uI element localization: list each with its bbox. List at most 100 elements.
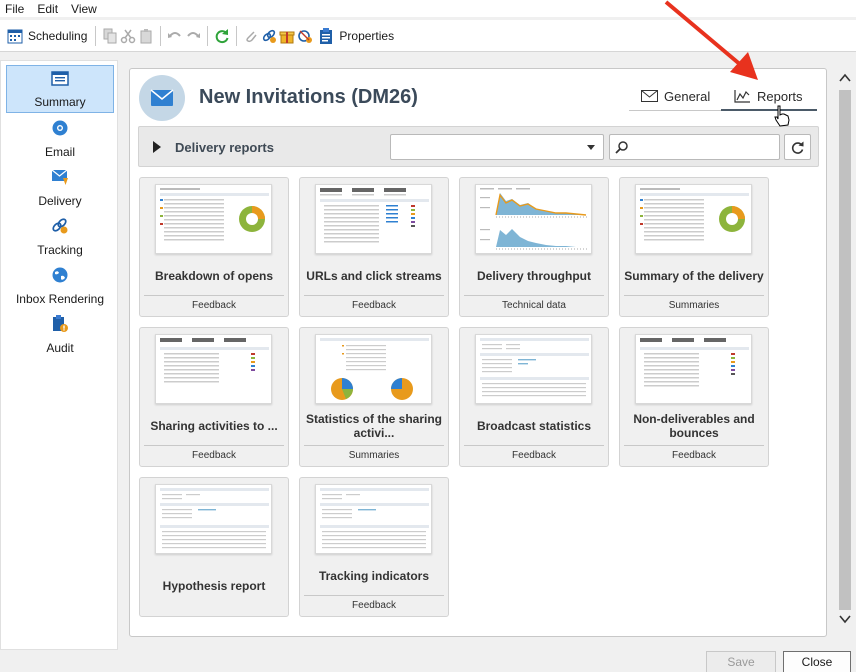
scrollbar-thumb[interactable] [839, 90, 851, 610]
chevron-down-icon[interactable] [839, 613, 851, 627]
report-thumbnail [155, 184, 272, 254]
toolbar-separator [207, 25, 209, 46]
expand-arrow-icon[interactable] [153, 141, 161, 153]
delivery-avatar [139, 75, 185, 121]
report-thumbnail [315, 334, 432, 404]
report-card[interactable]: Hypothesis report [139, 477, 289, 617]
tab-general-label: General [664, 88, 711, 104]
report-title: Statistics of the sharing activi... [305, 412, 443, 440]
report-card[interactable]: Summary of the delivery Summaries [619, 177, 769, 317]
target-icon[interactable] [296, 27, 314, 45]
nav-item-tracking[interactable]: Tracking [6, 212, 114, 260]
scheduling-button[interactable]: Scheduling [3, 24, 90, 48]
left-nav: Summary Email Delivery Tracking Inbox Re… [0, 60, 118, 650]
nav-item-delivery[interactable]: Delivery [6, 163, 114, 211]
main-panel: New Invitations (DM26) General Reports D… [129, 68, 827, 637]
nav-item-audit[interactable]: Audit [6, 310, 114, 358]
report-thumbnail [635, 334, 752, 404]
save-button[interactable]: Save [706, 651, 776, 672]
link-icon[interactable] [260, 27, 278, 45]
report-card[interactable]: Statistics of the sharing activi... Summ… [299, 327, 449, 467]
toolbar-separator [95, 25, 97, 46]
nav-item-summary[interactable]: Summary [6, 65, 114, 113]
card-divider [144, 295, 284, 296]
close-button[interactable]: Close [783, 651, 851, 672]
email-icon [51, 119, 69, 140]
nav-label: Delivery [38, 194, 82, 208]
report-card[interactable]: Tracking indicators Feedback [299, 477, 449, 617]
report-thumbnail [635, 184, 752, 254]
report-category: Feedback [512, 450, 556, 461]
report-thumbnail [475, 184, 592, 254]
hand-cursor-icon [774, 105, 790, 127]
scheduling-label: Scheduling [28, 28, 88, 43]
report-thumbnail [155, 334, 272, 404]
nav-label: Inbox Rendering [15, 292, 105, 306]
report-category: Feedback [672, 450, 716, 461]
report-category: Feedback [352, 600, 396, 611]
card-divider [144, 445, 284, 446]
card-divider [464, 295, 604, 296]
envelope-icon [150, 89, 174, 106]
card-divider [304, 595, 444, 596]
report-thumbnail [155, 484, 272, 554]
tab-general[interactable]: General [641, 82, 710, 110]
vertical-scrollbar[interactable] [835, 68, 855, 631]
nav-item-inbox-rendering[interactable]: Inbox Rendering [6, 261, 114, 309]
summary-icon [51, 71, 69, 90]
menu-edit[interactable]: Edit [32, 2, 66, 16]
menu-file[interactable]: File [0, 2, 32, 16]
nav-item-email[interactable]: Email [6, 114, 114, 162]
nav-label: Audit [46, 341, 74, 355]
tracking-icon [51, 217, 69, 238]
refresh-button[interactable] [784, 134, 811, 160]
report-category: Summaries [348, 450, 400, 461]
attachment-icon[interactable] [242, 27, 260, 45]
chevron-down-icon [587, 145, 595, 150]
cut-icon[interactable] [119, 27, 137, 45]
nav-label: Tracking [37, 243, 83, 257]
globe-icon [51, 266, 69, 287]
properties-button[interactable]: Properties [314, 24, 397, 48]
report-title: Non-deliverables and bounces [633, 412, 755, 440]
report-card[interactable]: Broadcast statistics Feedback [459, 327, 609, 467]
paste-icon[interactable] [137, 27, 155, 45]
redo-icon[interactable] [184, 27, 202, 45]
properties-label: Properties [339, 28, 395, 43]
report-category: Feedback [192, 300, 236, 311]
report-card[interactable]: Non-deliverables and bounces Feedback [619, 327, 769, 467]
report-title: Delivery throughput [476, 269, 591, 283]
tab-reports[interactable]: Reports [734, 82, 803, 110]
card-divider [464, 445, 604, 446]
chevron-up-icon[interactable] [839, 72, 851, 86]
report-title: Breakdown of opens [154, 269, 273, 283]
report-card[interactable]: URLs and click streams Feedback [299, 177, 449, 317]
audit-icon [51, 315, 69, 336]
tab-divider [629, 110, 721, 111]
refresh-icon[interactable] [213, 27, 231, 45]
report-title: Hypothesis report [162, 579, 266, 593]
report-card[interactable]: Breakdown of opens Feedback [139, 177, 289, 317]
refresh-icon [791, 141, 804, 154]
calendar-icon [6, 27, 24, 45]
tab-active-indicator [721, 109, 817, 111]
nav-label: Summary [34, 95, 86, 109]
gift-icon[interactable] [278, 27, 296, 45]
toolbar-separator [236, 25, 238, 46]
report-filter-dropdown[interactable] [390, 134, 604, 160]
report-title: Tracking indicators [318, 569, 430, 583]
report-card[interactable]: Delivery throughput Technical data [459, 177, 609, 317]
report-card[interactable]: Sharing activities to ... Feedback [139, 327, 289, 467]
nav-label: Email [44, 145, 75, 159]
tab-reports-label: Reports [757, 88, 803, 104]
menu-view[interactable]: View [66, 2, 105, 16]
delivery-icon [51, 168, 69, 189]
report-thumbnail [315, 484, 432, 554]
copy-icon[interactable] [101, 27, 119, 45]
delivery-reports-header: Delivery reports [138, 126, 819, 167]
search-input[interactable] [609, 134, 780, 160]
report-title: Sharing activities to ... [150, 419, 278, 433]
envelope-icon [641, 90, 658, 102]
report-thumbnail [315, 184, 432, 254]
undo-icon[interactable] [166, 27, 184, 45]
